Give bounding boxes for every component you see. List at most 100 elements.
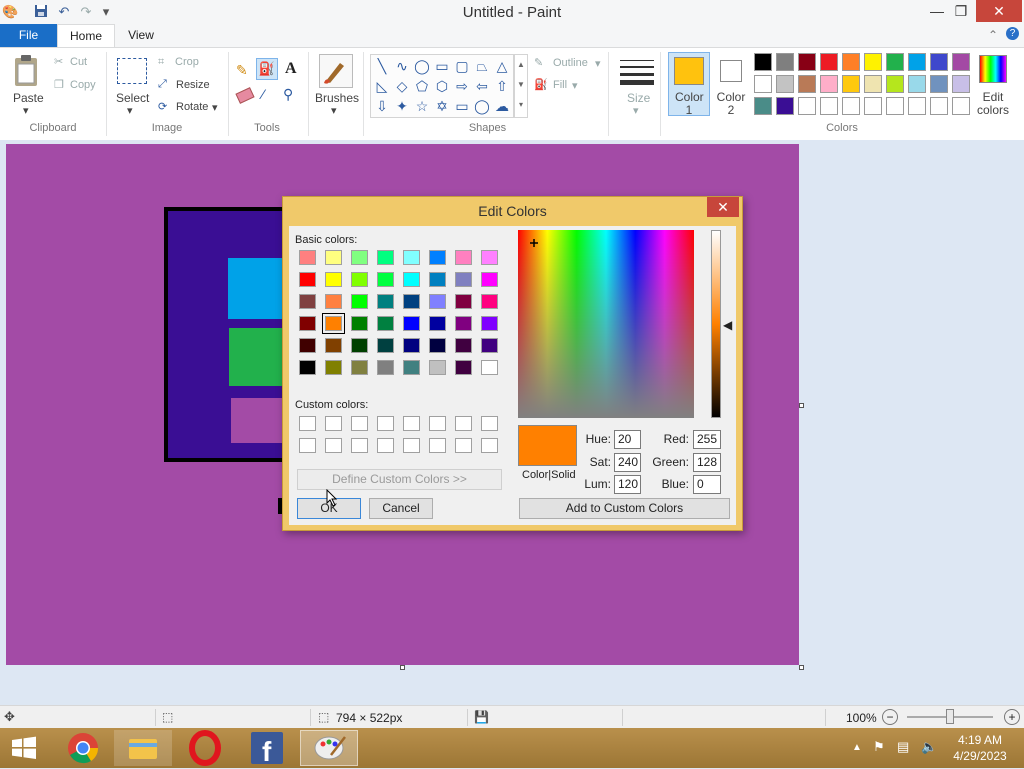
custom-color-swatch[interactable] bbox=[481, 438, 498, 453]
custom-color-swatch[interactable] bbox=[299, 438, 316, 453]
palette-swatch[interactable] bbox=[820, 75, 838, 93]
resize-icon[interactable]: ⤢ bbox=[158, 78, 167, 91]
opera-taskbar-icon[interactable] bbox=[176, 730, 234, 766]
clock-date[interactable]: 4/29/2023 bbox=[948, 749, 1012, 763]
palette-swatch[interactable] bbox=[930, 97, 948, 115]
define-custom-colors-button[interactable]: Define Custom Colors >> bbox=[297, 469, 502, 490]
color2-label[interactable]: Color 2 bbox=[716, 91, 746, 117]
volume-icon[interactable]: 🔈 bbox=[921, 739, 937, 755]
sat-field[interactable]: 240 bbox=[614, 453, 641, 472]
custom-color-swatch[interactable] bbox=[429, 416, 446, 431]
palette-swatch[interactable] bbox=[798, 75, 816, 93]
fill-bucket-icon[interactable]: ⛽ bbox=[256, 58, 278, 80]
custom-color-swatch[interactable] bbox=[377, 416, 394, 431]
show-hidden-icons-icon[interactable]: ▲ bbox=[852, 742, 862, 753]
custom-color-swatch[interactable] bbox=[325, 438, 342, 453]
paste-button[interactable]: Paste bbox=[13, 91, 44, 105]
dialog-close-button[interactable]: ✕ bbox=[707, 197, 739, 217]
basic-color-swatch[interactable] bbox=[325, 294, 342, 309]
blue-field[interactable]: 0 bbox=[693, 475, 721, 494]
color-picker-icon[interactable]: ⁄ bbox=[262, 86, 264, 102]
oval-callout-shape-icon[interactable]: ◯ bbox=[473, 97, 491, 115]
palette-swatch[interactable] bbox=[754, 75, 772, 93]
custom-color-swatch[interactable] bbox=[429, 438, 446, 453]
size-dropdown-icon[interactable]: ▾ bbox=[633, 104, 639, 117]
polygon-shape-icon[interactable]: ⏢ bbox=[473, 57, 491, 75]
basic-color-swatch[interactable] bbox=[377, 250, 394, 265]
right-triangle-shape-icon[interactable]: ◺ bbox=[373, 77, 391, 95]
zoom-in-button[interactable]: + bbox=[1004, 709, 1020, 725]
clock-time[interactable]: 4:19 AM bbox=[952, 733, 1008, 747]
paste-dropdown-icon[interactable]: ▾ bbox=[23, 104, 29, 117]
basic-color-swatch[interactable] bbox=[377, 272, 394, 287]
palette-swatch[interactable] bbox=[864, 75, 882, 93]
edit-colors-icon[interactable] bbox=[979, 55, 1007, 83]
basic-color-swatch[interactable] bbox=[351, 360, 368, 375]
basic-color-swatch[interactable] bbox=[455, 272, 472, 287]
basic-color-swatch[interactable] bbox=[481, 250, 498, 265]
tab-file[interactable]: File bbox=[0, 24, 57, 47]
palette-swatch[interactable] bbox=[820, 53, 838, 71]
basic-color-swatch[interactable] bbox=[299, 250, 316, 265]
basic-color-swatch[interactable] bbox=[481, 360, 498, 375]
restore-button[interactable]: ❐ bbox=[946, 0, 976, 22]
five-point-star-shape-icon[interactable]: ☆ bbox=[413, 97, 431, 115]
facebook-taskbar-icon[interactable]: f bbox=[238, 730, 296, 767]
color-palette[interactable] bbox=[754, 53, 974, 119]
fill-icon[interactable]: ⛽ bbox=[534, 78, 548, 91]
zoom-out-button[interactable]: − bbox=[882, 709, 898, 725]
palette-swatch[interactable] bbox=[908, 53, 926, 71]
basic-color-swatch[interactable] bbox=[351, 316, 368, 331]
resize-button[interactable]: Resize bbox=[176, 79, 210, 91]
basic-color-swatch[interactable] bbox=[481, 294, 498, 309]
palette-swatch[interactable] bbox=[908, 97, 926, 115]
close-button[interactable]: ✕ bbox=[976, 0, 1022, 22]
basic-color-swatch[interactable] bbox=[455, 316, 472, 331]
basic-color-swatch[interactable] bbox=[429, 272, 446, 287]
basic-color-swatch[interactable] bbox=[322, 313, 345, 334]
palette-swatch[interactable] bbox=[754, 97, 772, 115]
canvas-resize-handle-right[interactable] bbox=[799, 403, 804, 408]
basic-color-swatch[interactable] bbox=[325, 250, 342, 265]
four-point-star-shape-icon[interactable]: ✦ bbox=[393, 97, 411, 115]
basic-color-swatch[interactable] bbox=[429, 316, 446, 331]
tab-home[interactable]: Home bbox=[57, 24, 115, 47]
add-to-custom-colors-button[interactable]: Add to Custom Colors bbox=[519, 498, 730, 519]
hue-field[interactable]: 20 bbox=[614, 430, 641, 449]
palette-swatch[interactable] bbox=[842, 75, 860, 93]
basic-color-swatch[interactable] bbox=[299, 316, 316, 331]
basic-color-swatch[interactable] bbox=[455, 338, 472, 353]
custom-color-swatch[interactable] bbox=[351, 416, 368, 431]
basic-color-swatch[interactable] bbox=[351, 338, 368, 353]
hexagon-shape-icon[interactable]: ⬡ bbox=[433, 77, 451, 95]
palette-swatch[interactable] bbox=[842, 97, 860, 115]
basic-color-swatch[interactable] bbox=[377, 360, 394, 375]
palette-swatch[interactable] bbox=[952, 75, 970, 93]
basic-color-swatch[interactable] bbox=[429, 250, 446, 265]
paste-icon[interactable] bbox=[12, 54, 42, 88]
rotate-icon[interactable]: ⟳ bbox=[158, 100, 167, 113]
basic-color-swatch[interactable] bbox=[377, 316, 394, 331]
file-explorer-taskbar-icon[interactable] bbox=[114, 730, 172, 766]
brushes-icon[interactable] bbox=[319, 54, 353, 88]
color-spectrum[interactable] bbox=[518, 230, 694, 418]
custom-colors-grid[interactable] bbox=[299, 416, 507, 456]
palette-swatch[interactable] bbox=[930, 75, 948, 93]
outline-button[interactable]: Outline bbox=[553, 57, 588, 69]
basic-color-swatch[interactable] bbox=[481, 338, 498, 353]
paint-taskbar-icon[interactable] bbox=[300, 730, 358, 766]
basic-color-swatch[interactable] bbox=[351, 250, 368, 265]
magnifier-icon[interactable]: ⚲ bbox=[283, 86, 293, 103]
six-point-star-shape-icon[interactable]: ✡ bbox=[433, 97, 451, 115]
cancel-button[interactable]: Cancel bbox=[369, 498, 433, 519]
eraser-icon[interactable] bbox=[235, 87, 255, 104]
basic-color-swatch[interactable] bbox=[403, 360, 420, 375]
basic-color-swatch[interactable] bbox=[299, 338, 316, 353]
palette-swatch[interactable] bbox=[776, 75, 794, 93]
custom-color-swatch[interactable] bbox=[351, 438, 368, 453]
custom-color-swatch[interactable] bbox=[481, 416, 498, 431]
size-button[interactable]: Size bbox=[627, 91, 650, 105]
custom-color-swatch[interactable] bbox=[455, 438, 472, 453]
basic-color-swatch[interactable] bbox=[325, 272, 342, 287]
basic-color-swatch[interactable] bbox=[481, 316, 498, 331]
